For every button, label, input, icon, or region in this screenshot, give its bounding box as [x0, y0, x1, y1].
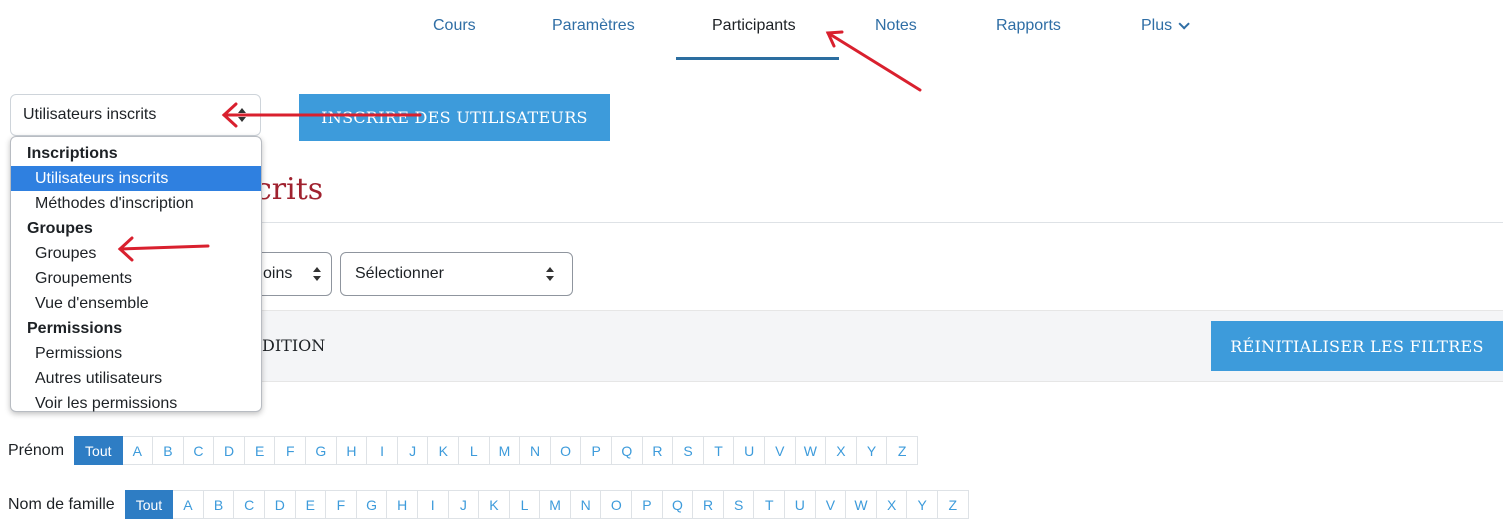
lastname-letter-r[interactable]: R — [693, 490, 724, 519]
firstname-letter-c[interactable]: C — [183, 436, 215, 465]
firstname-letter-b[interactable]: B — [153, 436, 184, 465]
firstname-letter-p[interactable]: P — [581, 436, 612, 465]
lastname-letter-h[interactable]: H — [387, 490, 418, 519]
nav-plus[interactable]: Plus — [1141, 17, 1190, 35]
lastname-letter-i[interactable]: I — [417, 490, 449, 519]
filter-type-select[interactable]: Sélectionner — [340, 252, 573, 296]
firstname-letter-t[interactable]: T — [703, 436, 735, 465]
participants-page-dropdown: Inscriptions Utilisateurs inscrits Métho… — [10, 136, 262, 412]
firstname-letter-v[interactable]: V — [764, 436, 796, 465]
option-groupements[interactable]: Groupements — [11, 266, 261, 291]
lastname-letter-o[interactable]: O — [601, 490, 633, 519]
lastname-letter-s[interactable]: S — [723, 490, 755, 519]
firstname-letter-l[interactable]: L — [459, 436, 490, 465]
nav-plus-label: Plus — [1141, 17, 1173, 34]
nav-participants[interactable]: Participants — [712, 17, 796, 35]
select-arrows-icon — [238, 108, 246, 122]
firstname-letter-f[interactable]: F — [275, 436, 307, 465]
lastname-letter-q[interactable]: Q — [662, 490, 694, 519]
option-voir-permissions[interactable]: Voir les permissions — [11, 391, 261, 416]
select-value: Utilisateurs inscrits — [23, 106, 157, 123]
lastname-letter-m[interactable]: M — [540, 490, 571, 519]
firstname-letter-d[interactable]: D — [214, 436, 245, 465]
firstname-letter-s[interactable]: S — [673, 436, 704, 465]
firstname-letter-j[interactable]: J — [397, 436, 429, 465]
lastname-letter-x[interactable]: X — [876, 490, 908, 519]
lastname-all[interactable]: Tout — [124, 490, 174, 519]
lastname-letter-t[interactable]: T — [754, 490, 786, 519]
add-condition-button[interactable]: DITION — [262, 336, 325, 355]
firstname-letter-n[interactable]: N — [520, 436, 551, 465]
nav-rapports[interactable]: Rapports — [996, 17, 1061, 35]
course-nav: Cours Paramètres Participants Notes Rapp… — [0, 0, 1503, 62]
nav-cours[interactable]: Cours — [433, 17, 476, 35]
enrol-users-button[interactable]: INSCRIRE DES UTILISATEURS — [299, 94, 610, 141]
filter-type-value: Sélectionner — [355, 265, 444, 282]
lastname-letter-n[interactable]: N — [570, 490, 602, 519]
firstname-letter-q[interactable]: Q — [612, 436, 643, 465]
firstname-letter-o[interactable]: O — [550, 436, 582, 465]
option-vue-ensemble[interactable]: Vue d'ensemble — [11, 291, 261, 316]
lastname-letter-k[interactable]: K — [479, 490, 510, 519]
option-methodes-inscription[interactable]: Méthodes d'inscription — [11, 191, 261, 216]
option-permissions[interactable]: Permissions — [11, 341, 261, 366]
lastname-letter-u[interactable]: U — [785, 490, 816, 519]
lastname-letter-f[interactable]: F — [326, 490, 357, 519]
option-groupes[interactable]: Groupes — [11, 241, 261, 266]
lastname-letter-j[interactable]: J — [448, 490, 480, 519]
lastname-letter-b[interactable]: B — [203, 490, 235, 519]
firstname-letter-i[interactable]: I — [367, 436, 398, 465]
lastname-label: Nom de famille — [8, 495, 115, 513]
lastname-letter-a[interactable]: A — [173, 490, 204, 519]
option-utilisateurs-inscrits[interactable]: Utilisateurs inscrits — [11, 166, 261, 191]
firstname-letter-e[interactable]: E — [244, 436, 276, 465]
lastname-letter-d[interactable]: D — [264, 490, 296, 519]
firstname-label: Prénom — [8, 441, 65, 459]
group-inscriptions: Inscriptions — [27, 145, 118, 162]
chevron-down-icon — [1178, 18, 1190, 30]
reset-filters-button[interactable]: RÉINITIALISER LES FILTRES — [1211, 321, 1503, 371]
firstname-letter-y[interactable]: Y — [856, 436, 888, 465]
active-tab-indicator — [676, 57, 839, 60]
option-autres-utilisateurs[interactable]: Autres utilisateurs — [11, 366, 261, 391]
group-permissions: Permissions — [27, 320, 123, 337]
filter-match-value: oins — [263, 265, 293, 282]
group-groupes: Groupes — [27, 220, 93, 237]
lastname-letter-g[interactable]: G — [356, 490, 388, 519]
firstname-letter-r[interactable]: R — [642, 436, 674, 465]
lastname-letter-c[interactable]: C — [234, 490, 265, 519]
lastname-letter-e[interactable]: E — [295, 490, 327, 519]
firstname-letter-w[interactable]: W — [795, 436, 827, 465]
nav-notes[interactable]: Notes — [875, 17, 917, 35]
lastname-initials-bar: Nom de famille Tout ABCDEFGHIJKLMNOPQRST… — [8, 490, 969, 519]
firstname-letter-m[interactable]: M — [489, 436, 521, 465]
firstname-letter-h[interactable]: H — [336, 436, 368, 465]
title-divider — [260, 222, 1503, 223]
firstname-letter-a[interactable]: A — [122, 436, 154, 465]
lastname-letter-y[interactable]: Y — [907, 490, 939, 519]
lastname-letter-w[interactable]: W — [846, 490, 877, 519]
lastname-letter-z[interactable]: Z — [938, 490, 969, 519]
firstname-initials-bar: Prénom Tout ABCDEFGHIJKLMNOPQRSTUVWXYZ — [8, 436, 918, 465]
firstname-letter-u[interactable]: U — [734, 436, 765, 465]
page-title: crits — [255, 172, 324, 207]
firstname-letter-z[interactable]: Z — [887, 436, 918, 465]
participants-page-select[interactable]: Utilisateurs inscrits — [10, 94, 261, 136]
lastname-letter-l[interactable]: L — [509, 490, 541, 519]
firstname-letter-k[interactable]: K — [428, 436, 460, 465]
firstname-letter-x[interactable]: X — [826, 436, 857, 465]
firstname-all[interactable]: Tout — [74, 436, 123, 465]
lastname-letter-p[interactable]: P — [632, 490, 663, 519]
firstname-letter-g[interactable]: G — [306, 436, 337, 465]
select-arrows-icon — [313, 267, 321, 281]
lastname-letter-v[interactable]: V — [815, 490, 847, 519]
nav-parametres[interactable]: Paramètres — [552, 17, 635, 35]
select-arrows-icon — [546, 267, 554, 281]
